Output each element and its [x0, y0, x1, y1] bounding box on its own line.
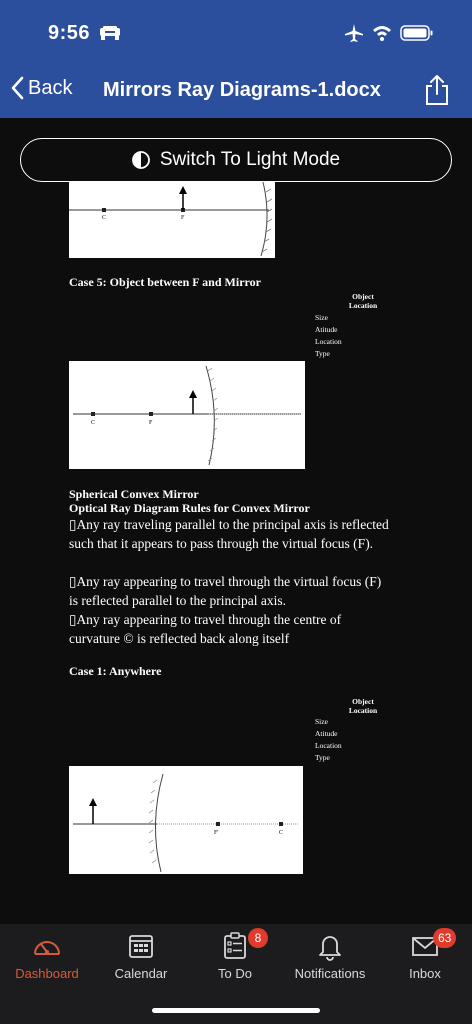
convex-rule-1: ▯Any ray traveling parallel to the princ… [69, 517, 389, 551]
switch-light-mode-label: Switch To Light Mode [159, 149, 341, 170]
tab-notifications-label: Notifications [294, 966, 366, 981]
case5-title: Case 5: Object between F and Mirror [69, 275, 261, 289]
tab-notifications[interactable]: Notifications [282, 924, 378, 994]
case1-row-labels: Size Atitude Location Type [315, 717, 342, 762]
chevron-left-icon [11, 76, 24, 100]
app-header: 9:56 Back Mirrors Ray Diagrams-1.docx [0, 0, 472, 118]
airplane-icon [345, 24, 363, 42]
tab-inbox[interactable]: Inbox 63 [378, 924, 472, 994]
gauge-icon [34, 941, 60, 955]
todo-badge: 8 [248, 928, 268, 948]
tab-dashboard-label: Dashboard [15, 966, 79, 981]
contrast-icon [131, 151, 150, 169]
carplay-icon [100, 26, 120, 40]
back-button[interactable]: Back [10, 76, 72, 100]
wifi-icon [373, 26, 391, 41]
tab-inbox-label: Inbox [409, 966, 441, 981]
case5-label-f: F [149, 420, 153, 426]
case1-label-f: F' [214, 830, 218, 836]
case5-label-c: C [91, 420, 95, 426]
convex-rule-3: ▯Any ray appearing to travel through the… [69, 612, 342, 646]
home-indicator [152, 1008, 320, 1013]
back-label: Back [28, 76, 73, 99]
label-f: F [181, 215, 185, 221]
convex-heading: Spherical Convex Mirror [69, 487, 199, 501]
case1-label-c: C [279, 830, 283, 836]
case1-col-header: Object Location [348, 697, 378, 715]
document-title: Mirrors Ray Diagrams-1.docx [103, 79, 381, 101]
tab-calendar[interactable]: Calendar [94, 924, 188, 994]
case5-col-header: Object Location [348, 292, 378, 310]
share-icon[interactable] [424, 74, 450, 106]
case1-title: Case 1: Anywhere [69, 664, 162, 678]
convex-rules-heading: Optical Ray Diagram Rules for Convex Mir… [69, 501, 310, 515]
tab-todo[interactable]: To Do 8 [188, 924, 282, 994]
battery-icon [400, 25, 433, 41]
switch-light-mode-button[interactable]: Switch To Light Mode [20, 138, 452, 182]
tab-calendar-label: Calendar [114, 966, 168, 981]
label-c: C [102, 215, 106, 221]
bell-icon [319, 936, 341, 961]
calendar-icon [129, 935, 153, 958]
status-time: 9:56 [48, 22, 91, 44]
concave-mirror-diagram-case5: C F [69, 361, 305, 469]
convex-mirror-diagram-case1: F' C [69, 766, 303, 874]
tab-dashboard[interactable]: Dashboard [0, 924, 94, 994]
tab-todo-label: To Do [218, 966, 252, 981]
inbox-badge: 63 [433, 928, 457, 948]
document-viewer[interactable]: Switch To Light Mode C F Case 5: Object … [0, 118, 472, 924]
convex-rule-2: ▯Any ray appearing to travel through the… [69, 574, 382, 608]
case5-row-labels: Size Atitude Location Type [315, 313, 342, 358]
todo-icon [224, 932, 246, 959]
status-indicators [344, 23, 434, 43]
